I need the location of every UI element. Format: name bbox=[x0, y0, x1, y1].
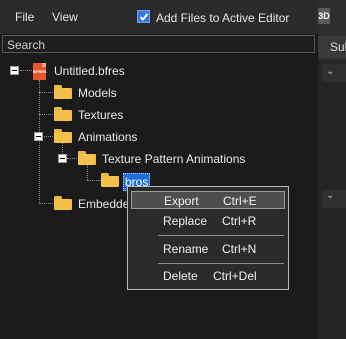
tab-sub[interactable]: Sub bbox=[318, 36, 346, 58]
add-files-checkbox[interactable] bbox=[137, 10, 150, 23]
tree-line bbox=[39, 203, 53, 204]
folder-icon bbox=[78, 151, 96, 165]
tree-node-textures[interactable]: Textures bbox=[78, 108, 123, 122]
search-input[interactable]: Search bbox=[2, 35, 315, 53]
tree-node-models[interactable]: Models bbox=[78, 86, 117, 100]
tree-line bbox=[87, 165, 88, 180]
tree-line bbox=[87, 180, 101, 181]
tree-line bbox=[20, 70, 32, 71]
menu-item-shortcut: Ctrl+E bbox=[223, 194, 257, 208]
add-files-label[interactable]: Add Files to Active Editor bbox=[156, 11, 289, 25]
chevron-down-icon[interactable]: ⌄ bbox=[326, 190, 334, 201]
bfres-file-icon: BFRES bbox=[33, 63, 47, 80]
menu-separator bbox=[158, 263, 284, 264]
menu-item-label: Export bbox=[164, 194, 199, 208]
folder-icon bbox=[54, 129, 72, 143]
collapse-toggle[interactable] bbox=[34, 132, 43, 141]
folder-icon bbox=[101, 173, 119, 187]
menu-item-label: Rename bbox=[163, 242, 209, 256]
menu-item-label: Delete bbox=[163, 269, 198, 283]
collapse-toggle[interactable] bbox=[58, 154, 67, 163]
tree-node-animations[interactable]: Animations bbox=[78, 130, 137, 144]
checkmark-icon bbox=[139, 13, 149, 21]
search-placeholder: Search bbox=[7, 38, 46, 52]
menu-item-shortcut: Ctrl+Del bbox=[213, 269, 257, 283]
menu-item-rename[interactable]: Rename Ctrl+N bbox=[131, 240, 285, 258]
menu-item-label: Replace bbox=[163, 214, 208, 228]
menu-view[interactable]: View bbox=[52, 10, 78, 24]
tree-line bbox=[44, 136, 53, 137]
tree-line bbox=[39, 92, 53, 93]
tree-line bbox=[39, 80, 40, 204]
menu-file[interactable]: File bbox=[15, 10, 34, 24]
menu-item-shortcut: Ctrl+N bbox=[222, 242, 257, 256]
context-menu: Export Ctrl+E Replace Ctrl+R Rename Ctrl… bbox=[127, 186, 289, 290]
tree-line bbox=[67, 158, 77, 159]
menu-item-replace[interactable]: Replace Ctrl+R bbox=[131, 212, 285, 230]
folder-icon bbox=[54, 196, 72, 210]
menu-item-export[interactable]: Export Ctrl+E bbox=[131, 191, 285, 209]
menu-item-shortcut: Ctrl+R bbox=[222, 214, 257, 228]
tree-node-root[interactable]: Untitled.bfres bbox=[54, 64, 125, 78]
3d-badge[interactable]: 3D bbox=[318, 8, 330, 24]
folder-icon bbox=[54, 107, 72, 121]
collapse-toggle[interactable] bbox=[10, 66, 19, 75]
menu-separator bbox=[158, 235, 284, 236]
folder-icon bbox=[54, 85, 72, 99]
tree-node-texture-pattern-animations[interactable]: Texture Pattern Animations bbox=[102, 152, 245, 166]
menu-item-delete[interactable]: Delete Ctrl+Del bbox=[131, 267, 285, 285]
tree-line bbox=[39, 114, 53, 115]
chevron-down-icon[interactable]: ⌄ bbox=[326, 66, 334, 77]
